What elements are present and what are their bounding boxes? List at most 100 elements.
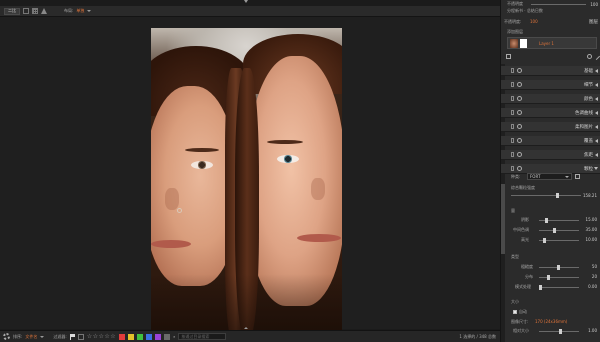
brush-tool-icon[interactable] bbox=[41, 8, 47, 14]
sort-select[interactable]: 文件名 bbox=[25, 334, 37, 340]
blur-value[interactable]: 0.00 bbox=[588, 284, 597, 289]
top-value[interactable]: 100 bbox=[590, 2, 598, 7]
crop-icon[interactable] bbox=[506, 54, 511, 59]
grain-type-value: FORT bbox=[530, 174, 541, 179]
midtones-thumb[interactable] bbox=[553, 228, 556, 233]
spread-thumb[interactable] bbox=[547, 275, 550, 280]
shadows-thumb[interactable] bbox=[545, 218, 548, 223]
compare-mode-button[interactable]: 二比 bbox=[4, 7, 20, 15]
blur-thumb[interactable] bbox=[539, 285, 542, 290]
auto-checkbox[interactable] bbox=[513, 310, 517, 314]
grain-type-label: 种类: bbox=[511, 174, 521, 179]
rating-stars[interactable]: ☆☆☆☆☆ bbox=[87, 333, 116, 340]
gear-icon[interactable] bbox=[3, 333, 10, 340]
color-label-blue[interactable] bbox=[146, 333, 153, 340]
nose-ring bbox=[177, 208, 182, 213]
brush-icon[interactable] bbox=[592, 52, 600, 61]
top-slider-track[interactable] bbox=[531, 4, 586, 5]
flag-icon[interactable] bbox=[69, 333, 75, 340]
chevron-down-icon[interactable] bbox=[87, 10, 92, 12]
toggle-icon[interactable] bbox=[511, 96, 514, 101]
spread-slider[interactable] bbox=[539, 277, 579, 278]
eyedropper-icon[interactable] bbox=[587, 54, 592, 59]
grid-view-icon[interactable] bbox=[32, 8, 38, 14]
toggle-icon[interactable] bbox=[511, 138, 514, 143]
section-focus[interactable]: 焦距 bbox=[501, 150, 600, 160]
layer-name[interactable]: Layer 1 bbox=[539, 41, 554, 46]
face-right bbox=[247, 56, 342, 306]
toggle-icon[interactable] bbox=[511, 110, 514, 115]
grain-amount-slider[interactable] bbox=[511, 195, 581, 196]
toggle-icon[interactable] bbox=[511, 124, 514, 129]
panel-scrollbar-thumb[interactable] bbox=[501, 184, 505, 254]
reset-icon[interactable] bbox=[517, 96, 522, 101]
midtones-label: 中间色调 bbox=[513, 227, 529, 232]
reset-icon[interactable] bbox=[517, 82, 522, 87]
add-layer-button[interactable]: 添加图层 bbox=[507, 29, 523, 35]
search-icon[interactable]: ⌕ bbox=[173, 334, 175, 339]
grain-strength-group: 量 bbox=[511, 208, 515, 213]
image-viewer[interactable] bbox=[0, 17, 500, 334]
image-size-label: 图像尺寸: bbox=[511, 319, 529, 324]
reset-icon[interactable] bbox=[517, 152, 522, 157]
layer-item[interactable]: Layer 1 bbox=[507, 37, 597, 49]
layout-label: 布局: bbox=[64, 8, 74, 13]
midtones-slider[interactable] bbox=[539, 230, 579, 231]
color-label-none[interactable] bbox=[164, 333, 171, 340]
section-detail-label: 细节 bbox=[584, 82, 593, 88]
chevron-left-icon bbox=[595, 82, 598, 87]
collapse-bottom-arrow-icon[interactable] bbox=[244, 327, 248, 329]
reset-icon[interactable] bbox=[517, 138, 522, 143]
selection-count: 1 选择的 / 348 总数 bbox=[459, 333, 496, 339]
section-overlay[interactable]: 覆盖 bbox=[501, 136, 600, 146]
opacity-value[interactable]: 100 bbox=[530, 19, 538, 24]
section-soft-image[interactable]: 柔和图片 bbox=[501, 122, 600, 132]
highlights-value[interactable]: 10.00 bbox=[586, 237, 597, 242]
grain-amount-thumb[interactable] bbox=[556, 193, 559, 198]
layers-title: 图层 bbox=[589, 19, 598, 25]
section-tone-curve[interactable]: 色调曲线 bbox=[501, 108, 600, 118]
sort-label: 排序: bbox=[13, 333, 23, 339]
color-label-green[interactable] bbox=[137, 333, 144, 340]
toggle-icon[interactable] bbox=[511, 166, 514, 171]
chevron-left-icon bbox=[595, 124, 598, 129]
portrait-photo[interactable] bbox=[151, 28, 342, 334]
spread-value[interactable]: 20 bbox=[592, 274, 597, 279]
color-label-red[interactable] bbox=[119, 333, 126, 340]
section-basic-label: 基础 bbox=[584, 68, 593, 74]
search-input[interactable]: 按通过目录搜索 bbox=[178, 333, 227, 340]
highlights-thumb[interactable] bbox=[543, 238, 546, 243]
sort-chevron-icon[interactable] bbox=[40, 335, 45, 338]
grain-type-select[interactable]: FORT bbox=[527, 173, 572, 180]
reset-icon[interactable] bbox=[517, 68, 522, 73]
reset-icon[interactable] bbox=[517, 110, 522, 115]
reset-icon[interactable] bbox=[517, 124, 522, 129]
grain-amount-value[interactable]: 158.21 bbox=[583, 193, 597, 198]
shadows-value[interactable]: 15.00 bbox=[586, 217, 597, 222]
section-basic[interactable]: 基础 bbox=[501, 66, 600, 76]
toggle-icon[interactable] bbox=[511, 82, 514, 87]
photo-shadow bbox=[151, 274, 342, 334]
image-size-value[interactable]: 170 (24x36mm) bbox=[535, 319, 567, 324]
single-view-icon[interactable] bbox=[23, 8, 29, 14]
eye-right bbox=[277, 155, 299, 163]
panel-scrollbar[interactable] bbox=[501, 64, 505, 342]
color-label-yellow[interactable] bbox=[128, 333, 135, 340]
reject-flag-icon[interactable] bbox=[77, 333, 84, 340]
roughness-value[interactable]: 50 bbox=[592, 264, 597, 269]
midtones-value[interactable]: 35.00 bbox=[586, 227, 597, 232]
relative-size-value[interactable]: 1.00 bbox=[588, 328, 597, 333]
blur-slider[interactable] bbox=[539, 287, 579, 288]
relative-size-thumb[interactable] bbox=[559, 329, 562, 334]
grain-preset-icon[interactable] bbox=[575, 174, 580, 179]
color-label-purple[interactable] bbox=[155, 333, 162, 340]
toggle-icon[interactable] bbox=[511, 152, 514, 157]
reset-icon[interactable] bbox=[517, 166, 522, 171]
lips-right bbox=[297, 234, 341, 242]
roughness-thumb[interactable] bbox=[557, 265, 560, 270]
layout-select[interactable]: 单独 bbox=[76, 8, 84, 14]
toggle-icon[interactable] bbox=[511, 68, 514, 73]
section-detail[interactable]: 细节 bbox=[501, 80, 600, 90]
collapse-top-arrow-icon[interactable] bbox=[244, 0, 248, 3]
section-color[interactable]: 颜色 bbox=[501, 94, 600, 104]
